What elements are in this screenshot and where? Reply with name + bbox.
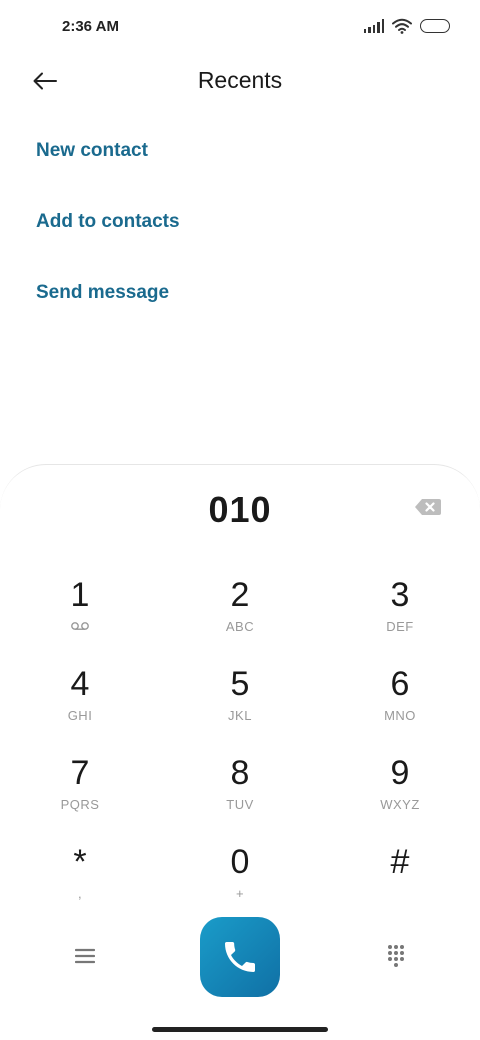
key-1[interactable]: 1	[20, 575, 140, 655]
key-digit: 7	[70, 754, 90, 792]
actions-list: New contact Add to contacts Send message	[36, 140, 180, 353]
new-contact-button[interactable]: New contact	[36, 140, 180, 211]
key-8[interactable]: 8 TUV	[180, 753, 300, 833]
dialed-number: 010	[208, 489, 272, 530]
key-2[interactable]: 2 ABC	[180, 575, 300, 655]
key-digit: 9	[390, 754, 410, 792]
key-digit: 6	[390, 665, 410, 703]
key-digit: 3	[390, 576, 410, 614]
key-letters: JKL	[228, 708, 252, 723]
status-time: 2:36 AM	[62, 18, 119, 35]
key-digit: 2	[230, 576, 250, 614]
battery-icon	[420, 19, 450, 33]
key-5[interactable]: 5 JKL	[180, 664, 300, 744]
key-letters: +	[235, 886, 245, 901]
page-title: Recents	[197, 67, 283, 93]
key-digit: 8	[230, 754, 250, 792]
wifi-icon	[392, 18, 412, 34]
key-star[interactable]: * ,	[20, 842, 140, 922]
backspace-icon	[415, 499, 441, 515]
key-0[interactable]: 0 +	[180, 842, 300, 922]
phone-icon	[225, 942, 255, 972]
menu-button[interactable]	[65, 938, 105, 974]
backspace-button[interactable]	[414, 497, 442, 517]
key-4[interactable]: 4 GHI	[20, 664, 140, 744]
voicemail-icon	[20, 619, 140, 635]
key-7[interactable]: 7 PQRS	[20, 753, 140, 833]
dialpad-icon	[388, 945, 404, 967]
home-indicator[interactable]	[152, 1027, 328, 1032]
status-bar: 2:36 AM	[0, 0, 480, 56]
key-digit: 5	[230, 665, 250, 703]
key-9[interactable]: 9 WXYZ	[340, 753, 460, 833]
call-button[interactable]	[200, 917, 280, 997]
dialer-bottom-row	[0, 915, 480, 999]
key-digit: 0	[230, 843, 250, 881]
key-3[interactable]: 3 DEF	[340, 575, 460, 655]
send-message-button[interactable]: Send message	[36, 282, 180, 353]
key-letters: WXYZ	[380, 797, 420, 812]
key-digit: 4	[70, 665, 90, 703]
dialpad-toggle-button[interactable]	[376, 938, 416, 974]
key-digit: #	[390, 843, 410, 881]
header: Recents	[0, 56, 480, 108]
key-letters: MNO	[384, 708, 416, 723]
menu-icon	[75, 948, 95, 964]
signal-icon	[363, 19, 384, 33]
key-digit: 1	[70, 576, 90, 614]
dialer-panel: 010 1 2 ABC 3 DEF 4 GHI 5 JKL 6 MNO 7 PQ…	[0, 464, 480, 1040]
key-6[interactable]: 6 MNO	[340, 664, 460, 744]
key-digit: *	[73, 843, 87, 881]
key-letters: PQRS	[60, 797, 100, 812]
add-to-contacts-button[interactable]: Add to contacts	[36, 211, 180, 282]
key-letters: DEF	[386, 619, 414, 634]
status-icons	[363, 18, 450, 34]
key-hash[interactable]: #	[340, 842, 460, 922]
key-letters: GHI	[67, 708, 93, 723]
key-letters: ,	[77, 886, 83, 901]
key-letters	[340, 886, 460, 902]
key-letters: TUV	[226, 797, 254, 812]
key-letters: ABC	[225, 619, 255, 634]
